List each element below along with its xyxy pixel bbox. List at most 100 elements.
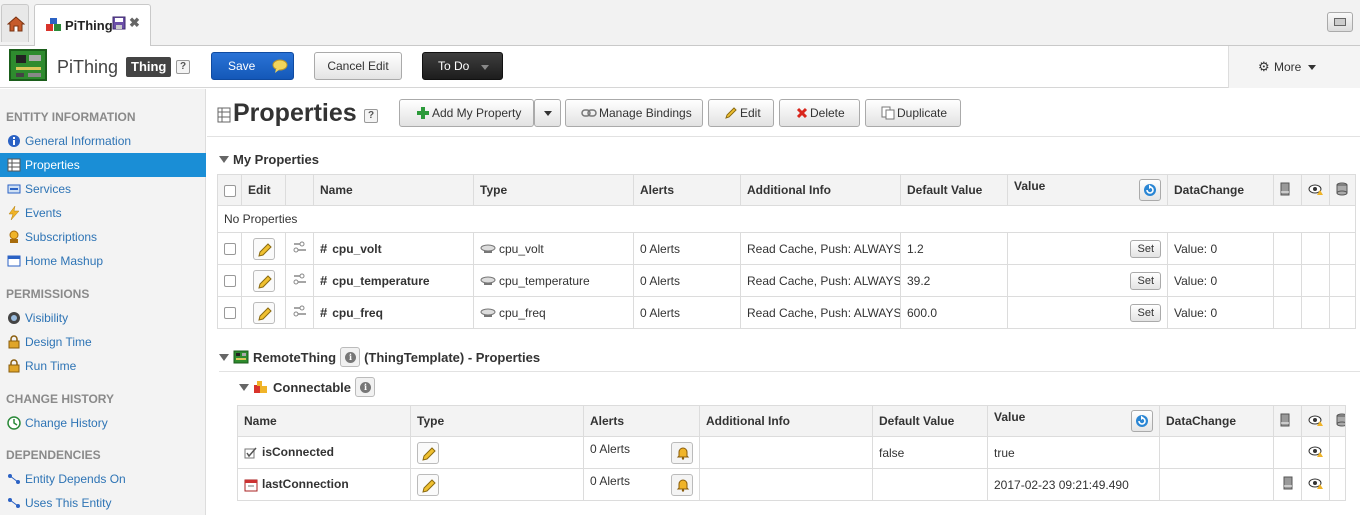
table-row[interactable]: isConnected 0 Alerts false true (237, 436, 1346, 469)
col-type[interactable]: Type (410, 405, 584, 437)
sidebar-item-entity-depends-on[interactable]: Entity Depends On (0, 467, 206, 491)
sidebar-item-general-information[interactable]: General Information (0, 129, 206, 153)
add-property-button[interactable]: Add My Property (399, 99, 534, 127)
comment-bubble-icon[interactable] (272, 58, 288, 74)
edit-property-button[interactable] (252, 269, 275, 292)
row-checkbox[interactable] (223, 243, 236, 256)
sidebar-item-events[interactable]: Events (0, 201, 206, 225)
save-button[interactable]: Save (211, 52, 294, 80)
sidebar-heading-entity-info: ENTITY INFORMATION (6, 110, 136, 124)
more-label: More (1274, 60, 1302, 74)
set-value-button[interactable]: Set (1130, 303, 1161, 322)
row-binding-cell[interactable] (285, 296, 314, 329)
divider (219, 371, 1360, 372)
sidebar-item-home-mashup[interactable]: Home Mashup (0, 249, 206, 273)
refresh-values-button[interactable] (1131, 410, 1153, 432)
sidebar-item-label: Change History (25, 416, 108, 430)
edit-property-button[interactable] (417, 441, 439, 464)
home-tab[interactable] (1, 4, 29, 42)
todo-button[interactable]: To Do (422, 52, 503, 80)
sidebar-item-design-time[interactable]: Design Time (0, 330, 206, 354)
row-select-cell[interactable] (217, 232, 242, 265)
row-datachange (1159, 436, 1274, 469)
template-properties-header[interactable]: RemoteThing i (ThingTemplate) - Properti… (219, 347, 540, 367)
alert-config-button[interactable] (671, 473, 693, 496)
table-row[interactable]: lastConnection 0 Alerts 2017-02-23 09:21… (237, 468, 1346, 501)
sidebar-item-services[interactable]: Services (0, 177, 206, 201)
binding-icon[interactable] (292, 272, 308, 286)
sidebar-item-uses-this-entity[interactable]: Uses This Entity (0, 491, 206, 515)
set-value-button[interactable]: Set (1130, 271, 1161, 290)
close-tab-icon[interactable]: ✖ (129, 15, 140, 31)
delete-button[interactable]: Delete (779, 99, 860, 127)
table-row[interactable]: # cpu_volt cpu_volt 0 Alerts Read Cache, … (217, 232, 1356, 265)
binding-icon[interactable] (292, 240, 308, 254)
col-type[interactable]: Type (473, 174, 634, 206)
row-select-cell[interactable] (217, 264, 242, 297)
save-disk-icon[interactable] (112, 16, 126, 30)
col-name[interactable]: Name (237, 405, 411, 437)
row-select-cell[interactable] (217, 296, 242, 329)
row-name-cell: # cpu_volt (313, 232, 474, 265)
row-storage (1329, 232, 1356, 265)
select-all-checkbox[interactable] (224, 184, 236, 197)
sidebar-item-properties[interactable]: Properties (0, 153, 206, 177)
duplicate-button[interactable]: Duplicate (865, 99, 961, 127)
link-icon (581, 109, 597, 117)
row-binding-cell[interactable] (285, 264, 314, 297)
refresh-values-button[interactable] (1139, 179, 1161, 201)
connectable-shape-header[interactable]: Connectable i (239, 377, 376, 397)
template-info-button[interactable]: i (340, 347, 361, 367)
row-storage (1329, 468, 1346, 501)
row-logged (1301, 232, 1330, 265)
refresh-icon (1136, 415, 1148, 427)
page-help-icon[interactable]: ? (364, 109, 378, 123)
sidebar-item-visibility[interactable]: Visibility (0, 306, 206, 330)
sidebar-item-run-time[interactable]: Run Time (0, 354, 206, 378)
row-edit-cell[interactable] (241, 296, 286, 329)
bell-icon (676, 479, 690, 492)
row-alerts[interactable]: 0 Alerts (633, 232, 741, 265)
edit-property-button[interactable] (417, 473, 439, 496)
alert-config-button[interactable] (671, 441, 693, 464)
row-alerts[interactable]: 0 Alerts (590, 474, 630, 488)
row-alerts[interactable]: 0 Alerts (633, 296, 741, 329)
row-persistent (1273, 264, 1302, 297)
row-value: 2017-02-23 09:21:49.490 (987, 468, 1160, 501)
manage-bindings-button[interactable]: Manage Bindings (565, 99, 703, 127)
window-toggle-button[interactable] (1327, 12, 1353, 32)
add-property-dropdown[interactable] (534, 99, 561, 127)
binding-icon[interactable] (292, 304, 308, 318)
my-properties-header[interactable]: My Properties (219, 152, 319, 167)
table-row[interactable]: # cpu_temperature cpu_temperature 0 Alert… (217, 264, 1356, 297)
row-checkbox[interactable] (223, 275, 236, 288)
edit-property-button[interactable] (252, 237, 275, 260)
properties-grid-icon (7, 158, 21, 172)
sidebar-item-change-history[interactable]: Change History (0, 411, 206, 435)
row-persistent (1273, 468, 1302, 501)
tab-pithing[interactable]: PiThing ✖ (34, 4, 151, 46)
manage-bindings-label: Manage Bindings (599, 106, 692, 120)
row-default-value: 600.0 (900, 296, 1008, 329)
cancel-edit-button[interactable]: Cancel Edit (314, 52, 402, 80)
row-binding-cell[interactable] (285, 232, 314, 265)
shape-info-button[interactable]: i (355, 377, 376, 397)
table-row[interactable]: # cpu_freq cpu_freq 0 Alerts Read Cache, … (217, 296, 1356, 329)
lock-icon (8, 359, 20, 373)
row-edit-cell[interactable] (241, 232, 286, 265)
more-menu[interactable]: ⚙ More (1228, 46, 1360, 88)
select-all-cell[interactable] (217, 174, 242, 206)
row-alerts[interactable]: 0 Alerts (590, 442, 630, 456)
set-value-button[interactable]: Set (1130, 239, 1161, 258)
entity-help-icon[interactable]: ? (176, 60, 190, 74)
row-edit-cell[interactable] (241, 264, 286, 297)
row-type-cell[interactable] (410, 468, 584, 501)
edit-button[interactable]: Edit (708, 99, 774, 127)
col-name[interactable]: Name (313, 174, 474, 206)
row-alerts[interactable]: 0 Alerts (633, 264, 741, 297)
sidebar-item-subscriptions[interactable]: Subscriptions (0, 225, 206, 249)
edit-property-button[interactable] (252, 301, 275, 324)
template-properties-table: Name Type Alerts Additional Info Default… (237, 405, 1346, 501)
row-type-cell[interactable] (410, 436, 584, 469)
row-checkbox[interactable] (223, 307, 236, 320)
